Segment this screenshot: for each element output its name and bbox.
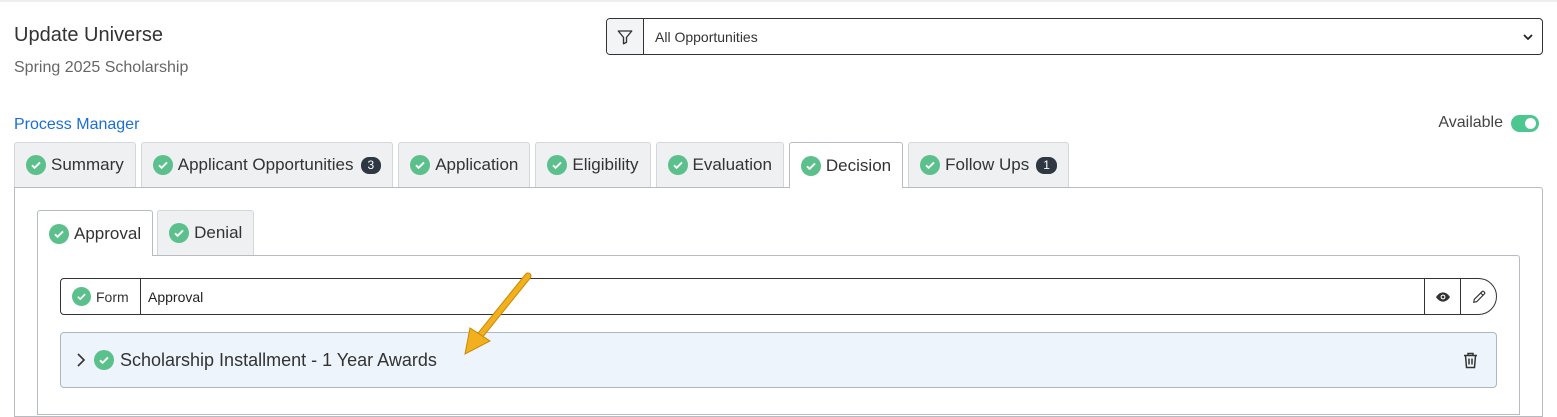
check-circle-icon	[547, 155, 568, 175]
toggle-knob	[1525, 117, 1536, 129]
tab-eligibility[interactable]: Eligibility	[535, 142, 651, 187]
trash-icon	[1464, 352, 1477, 368]
installment-label: Scholarship Installment - 1 Year Awards	[120, 349, 437, 370]
tab-application[interactable]: Application	[398, 142, 531, 187]
tab-applicant-opportunities[interactable]: Applicant Opportunities 3	[140, 142, 394, 187]
tab-decision[interactable]: Decision	[788, 142, 904, 188]
process-manager-link[interactable]: Process Manager	[14, 116, 139, 134]
count-badge: 1	[1036, 156, 1057, 174]
filter-button[interactable]	[607, 19, 644, 54]
check-circle-icon	[94, 350, 114, 370]
availability-toggle[interactable]	[1511, 114, 1539, 132]
availability-toggle-group: Available	[1438, 114, 1539, 132]
decision-subtabs: Approval Denial	[37, 210, 255, 256]
subtab-approval[interactable]: Approval	[37, 210, 154, 256]
top-border	[0, 0, 1557, 2]
form-selector: Form Approval	[60, 278, 1497, 315]
page-subtitle: Spring 2025 Scholarship	[14, 59, 189, 76]
form-label-addon: Form	[61, 279, 141, 314]
tab-label: Evaluation	[692, 155, 772, 174]
process-tabs: Summary Applicant Opportunities 3 Applic…	[14, 142, 1069, 188]
chevron-right-icon[interactable]	[76, 352, 86, 368]
check-circle-icon	[800, 155, 821, 176]
page-title: Update Universe	[14, 24, 163, 46]
filter-icon	[617, 29, 633, 44]
tab-label: Applicant Opportunities	[177, 155, 354, 174]
opportunity-filter: All Opportunities	[606, 18, 1543, 55]
tab-summary[interactable]: Summary	[14, 142, 136, 187]
edit-form-button[interactable]	[1460, 279, 1496, 314]
tab-label: Application	[435, 155, 519, 174]
tab-follow-ups[interactable]: Follow Ups 1	[908, 142, 1069, 187]
pencil-icon	[1472, 290, 1485, 303]
tab-label: Decision	[825, 155, 892, 175]
chevron-down-icon	[1523, 33, 1533, 40]
tab-label: Summary	[51, 155, 124, 174]
view-form-button[interactable]	[1424, 279, 1460, 314]
check-circle-icon	[667, 155, 688, 175]
subtab-label: Denial	[194, 223, 243, 242]
availability-label: Available	[1438, 114, 1503, 131]
check-circle-icon	[72, 287, 91, 306]
delete-installment-button[interactable]	[1463, 352, 1478, 369]
subtab-label: Approval	[74, 223, 142, 243]
count-badge: 3	[360, 156, 382, 174]
opportunity-select[interactable]: All Opportunities	[644, 19, 1542, 54]
check-circle-icon	[169, 223, 190, 243]
check-circle-icon	[152, 155, 173, 175]
eye-icon	[1435, 291, 1450, 302]
form-label: Form	[96, 288, 129, 305]
installment-row: Scholarship Installment - 1 Year Awards	[60, 332, 1497, 388]
tab-label: Follow Ups	[945, 155, 1030, 174]
tab-evaluation[interactable]: Evaluation	[655, 142, 784, 187]
subtab-denial[interactable]: Denial	[157, 210, 255, 255]
form-value-field[interactable]: Approval	[141, 279, 1424, 314]
check-circle-icon	[920, 155, 941, 175]
check-circle-icon	[26, 155, 46, 175]
check-circle-icon	[49, 223, 69, 244]
check-circle-icon	[410, 155, 431, 175]
opportunity-select-value: All Opportunities	[655, 28, 758, 45]
tab-label: Eligibility	[572, 155, 639, 174]
